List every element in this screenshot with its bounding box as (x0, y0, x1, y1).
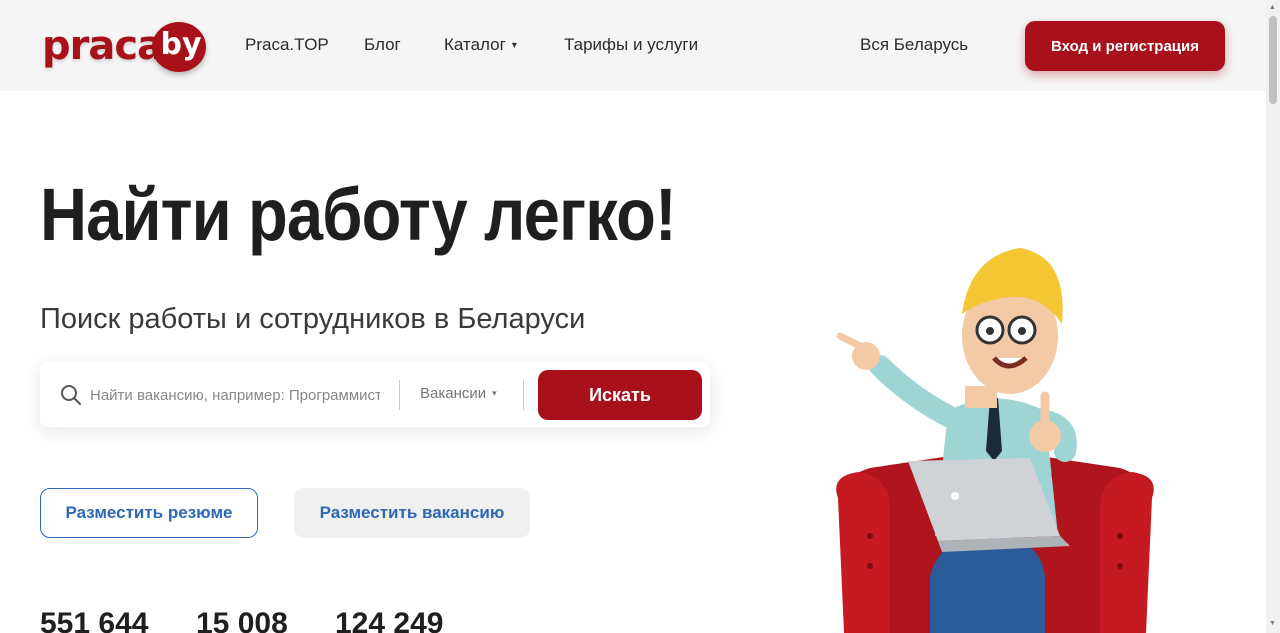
search-divider (523, 380, 524, 410)
search-type-select[interactable]: Вакансии ▾ (420, 385, 497, 402)
scrollbar-thumb[interactable] (1269, 16, 1277, 104)
search-input[interactable] (90, 382, 380, 408)
stat-value: 15 008 (196, 607, 288, 633)
nav-tariffs[interactable]: Тарифы и услуги (564, 34, 698, 56)
praca-by-logo[interactable]: praca by (42, 20, 208, 74)
search-divider (399, 380, 400, 410)
nav-catalog[interactable]: Каталог ▾ (444, 34, 517, 57)
search-bar: Вакансии ▾ Искать (40, 362, 710, 427)
login-register-button[interactable]: Вход и регистрация (1025, 21, 1225, 71)
stat-value: 551 644 (40, 607, 149, 633)
hero-illustration (836, 248, 1154, 633)
post-resume-button[interactable]: Разместить резюме (40, 488, 258, 538)
scroll-down-icon[interactable]: ▼ (1269, 620, 1276, 627)
post-vacancy-button[interactable]: Разместить вакансию (294, 488, 530, 538)
nav-praca-top[interactable]: Praca.TOP (245, 34, 329, 56)
hero-subtitle: Поиск работы и сотрудников в Беларуси (40, 303, 586, 335)
chevron-down-icon: ▾ (511, 40, 517, 51)
search-button[interactable]: Искать (538, 370, 702, 420)
page-scrollbar[interactable]: ▲ ▼ (1266, 0, 1280, 633)
logo-suffix: by (160, 27, 202, 62)
search-type-label: Вакансии (420, 385, 487, 402)
nav-catalog-label: Каталог (444, 35, 506, 54)
chevron-down-icon: ▾ (492, 388, 497, 398)
region-selector[interactable]: Вся Беларусь (860, 34, 968, 56)
logo-text: praca (42, 23, 164, 69)
hero-title: Найти работу легко! (40, 173, 677, 256)
site-header: praca by Praca.TOP Блог Каталог ▾ Тарифы … (0, 0, 1266, 91)
stat-value: 124 249 (335, 607, 444, 633)
search-icon (61, 385, 81, 405)
nav-blog[interactable]: Блог (364, 34, 401, 56)
scroll-up-icon[interactable]: ▲ (1269, 4, 1276, 11)
